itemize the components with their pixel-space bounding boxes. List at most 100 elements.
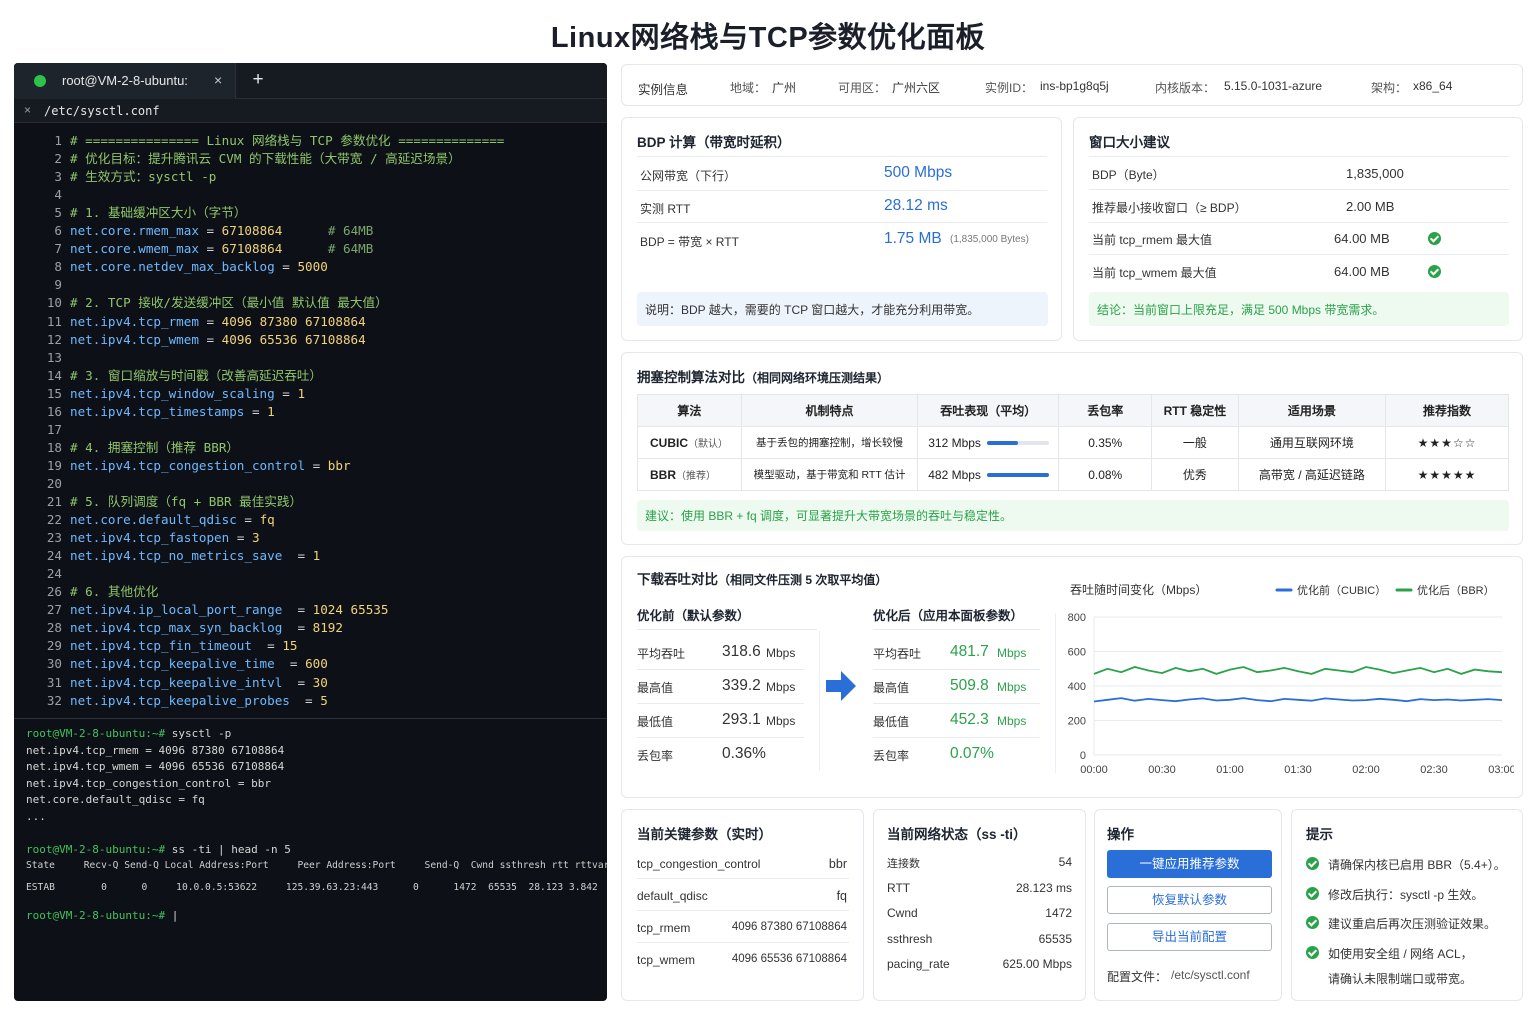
window-row-value: 64.00 MB [1334,263,1390,279]
code-text: # 生效方式：sysctl -p [70,168,216,186]
sysctl-value: 67108864 [221,223,283,239]
before-value: 318.6 [722,643,761,660]
line-number: 4 [54,187,62,203]
equals-sign: = [289,674,313,690]
netstate-label: 连接数 [887,858,920,870]
algo-name-cell: BBR（推荐） [637,458,742,491]
code-text: # 4. 拥塞控制（推荐 BBR） [70,439,239,457]
after-unit: Mbps [997,646,1027,660]
console-text: State Recv-Q Send-Q Local Address:Port P… [26,860,607,871]
close-file-icon[interactable]: × [24,103,31,117]
algo-rtt: 优秀 [1151,458,1239,491]
algo-title-sub: （相同网络环境压测结果） [745,371,890,385]
restore-default-button[interactable]: 恢复默认参数 [1107,886,1272,914]
tip-continuation: 请确认未限制端口或带宽。 [1328,972,1473,986]
code-editor[interactable]: 1 # =============== Linux 网络栈与 TCP 参数优化 =… [14,128,607,718]
sysctl-value: 5 [320,692,328,708]
check-icon [1306,857,1319,870]
sysctl-value: 15 [282,638,298,654]
divider [637,878,849,879]
close-tab-icon[interactable]: × [214,72,222,88]
table-row: CUBIC（默认） 基于丢包的拥塞控制，增长较慢 312 Mbps 0.35% 一般 通用… [637,426,1510,459]
code-text: # =============== Linux 网络栈与 TCP 参数优化 ==… [70,132,504,150]
before-value: 0.36% [722,745,766,762]
code-text: # 优化目标：提升腾讯云 CVM 的下载性能（大带宽 / 高延迟场景） [70,150,461,168]
line-number: 8 [54,259,62,275]
y-tick-label: 200 [1068,716,1086,728]
shell-console[interactable]: root@VM-2-8-ubuntu:~# sysctl -p net.ipv4.… [14,718,607,1001]
bandwidth-value: 500 Mbps [884,164,953,181]
code-text: net.ipv4.tcp_keepalive_intvl = 30 [70,674,328,692]
algo-header-cell: RTT 稳定性 [1151,394,1239,427]
after-value: 509.8 [950,677,989,694]
bdp-title: BDP 计算（带宽时延积） [637,135,791,150]
new-tab-icon[interactable]: + [246,68,270,92]
param-label: tcp_rmem [637,921,691,935]
line-number: 6 [54,223,62,239]
comment-text: # =============== Linux 网络栈与 TCP 参数优化 ==… [70,133,505,148]
window-conclusion-text: 结论：当前窗口上限充足，满足 500 Mbps 带宽需求。 [1097,302,1385,317]
algo-advice: 建议：使用 BBR + fq 调度，可显著提升大带宽场景的吞吐与稳定性。 [637,500,1509,531]
instance-id-value: ins-bp1g8q5j [1040,79,1109,93]
netstate-value: 54 [1058,855,1072,869]
console-text: net.ipv4.tcp_wmem = 4096 65536 67108864 [26,760,285,773]
bdp-note-text: 说明：BDP 越大，需要的 TCP 窗口越大，才能充分利用带宽。 [645,302,980,317]
config-file-path: /etc/sysctl.conf [1171,968,1250,982]
algo-name-cell: CUBIC（默认） [637,426,742,459]
before-unit: Mbps [766,680,796,694]
algo-throughput-cell: 482 Mbps [917,458,1060,491]
equals-sign: = [289,602,313,618]
sysctl-key: net.core.default_qdisc [70,512,237,528]
console-line: net.ipv4.tcp_congestion_control = bbr [26,777,271,791]
after-value: 0.07% [950,745,994,762]
download-compare-card: 下载吞吐对比（相同文件压测 5 次取平均值） 优化前（默认参数） 优化后（应用本… [621,556,1523,798]
sysctl-key: net.ipv4.ip_local_port_range [70,602,290,618]
x-tick-label: 00:30 [1148,764,1176,776]
table-row: BBR（推荐） 模型驱动，基于带宽和 RTT 估计 482 Mbps 0.08% 优秀高… [637,458,1510,491]
kernel-value: 5.15.0-1031-azure [1224,79,1323,93]
throughput-bar [986,473,1049,478]
x-tick-label: 02:00 [1352,764,1380,776]
algo-title: 拥塞控制算法对比（相同网络环境压测结果） [637,366,889,386]
sysctl-key: net.ipv4.tcp_fastopen [70,530,230,546]
editor-file-name: /etc/sysctl.conf [44,104,160,118]
divider [637,629,817,630]
legend-label: 优化后（BBR） [1417,583,1495,597]
divider [637,942,849,943]
throughput-bar-fill [986,441,1018,446]
line-number: 21 [46,494,62,509]
equals-sign: = [259,638,283,654]
divider [637,737,804,738]
terminal-tab[interactable]: root@VM-2-8-ubuntu: × [14,63,236,99]
code-text: net.ipv4.tcp_no_metrics_save = 1 [70,547,320,565]
tip-text: 建议重启后再次压测验证效果。 [1328,917,1497,931]
check-icon [1306,886,1319,900]
export-config-button[interactable]: 导出当前配置 [1107,923,1272,951]
console-line: root@VM-2-8-ubuntu:~# | [26,909,178,923]
terminal-window[interactable]: root@VM-2-8-ubuntu: × + × /etc/sysctl.co… [14,63,607,1001]
line-number: 29 [46,638,62,654]
param-label: default_qdisc [637,889,708,903]
line-number: 5 [54,205,62,221]
sysctl-key: net.ipv4.tcp_keepalive_intvl [70,674,290,690]
divider [1089,221,1509,223]
throughput-bar-fill [986,473,1049,478]
window-row-value: 2.00 MB [1346,198,1395,214]
algo-loss: 0.35% [1058,426,1153,459]
divider [873,703,1040,704]
algo-header-cell: 推荐指数 [1384,394,1510,427]
sysctl-key: net.core.netdev_max_backlog [70,259,275,275]
x-tick-label: 01:30 [1284,764,1312,776]
window-size-card: 窗口大小建议 结论：当前窗口上限充足，满足 500 Mbps 带宽需求。 BDP… [1073,117,1523,341]
ops-card: 操作 一键应用推荐参数 恢复默认参数 导出当前配置 配置文件： /etc/sys… [1094,809,1282,1001]
code-text: net.core.rmem_max = 67108864 # 64MB [70,222,373,240]
line-number: 18 [46,439,62,455]
check-icon [1428,264,1441,278]
line-number: 1 [54,133,62,148]
equals-sign: = [274,385,298,401]
apply-recommended-button[interactable]: 一键应用推荐参数 [1107,850,1272,878]
before-title: 优化前（默认参数） [637,609,750,623]
divider [637,222,1047,223]
algo-throughput: 482 Mbps [928,467,981,482]
divider [873,669,1040,670]
